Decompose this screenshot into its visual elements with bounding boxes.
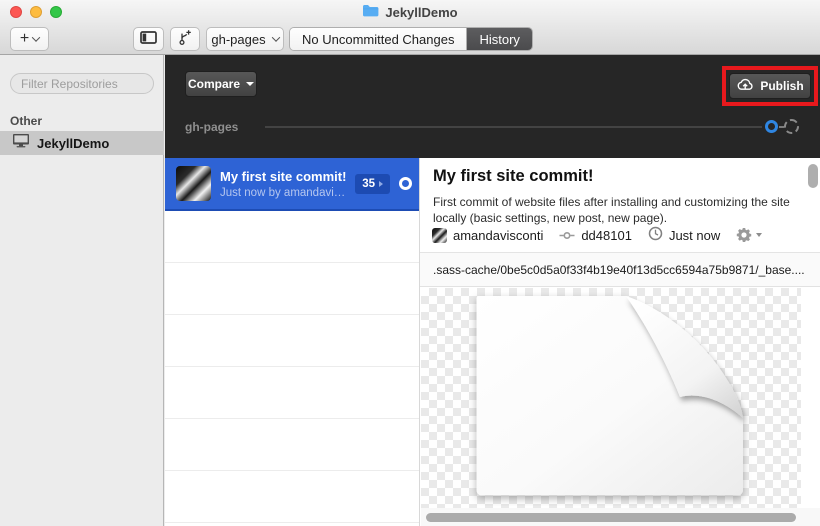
monitor-icon [12, 133, 30, 153]
commit-author: amandavisconti [453, 228, 543, 243]
chevron-down-icon [32, 33, 40, 41]
folder-icon [362, 4, 379, 20]
branch-timeline-label: gh-pages [185, 120, 238, 134]
vertical-scrollbar-thumb[interactable] [808, 164, 818, 188]
clock-icon [648, 226, 663, 244]
sidebar-item-jekylldemo[interactable]: JekyllDemo [0, 131, 164, 155]
compare-label: Compare [188, 77, 240, 91]
window-chrome: JekyllDemo + [0, 0, 820, 55]
commit-list-row [165, 419, 419, 471]
window-title: JekyllDemo [0, 4, 820, 20]
commit-row-title: My first site commit! [220, 169, 355, 184]
commit-list-item-selected[interactable]: My first site commit! Just now by amanda… [165, 158, 419, 211]
horizontal-scrollbar-track [421, 508, 801, 526]
commit-list-row [165, 315, 419, 367]
tab-uncommitted-changes-label: No Uncommitted Changes [302, 32, 454, 47]
sidebar-toggle-icon [140, 31, 157, 47]
tab-uncommitted-changes[interactable]: No Uncommitted Changes [290, 28, 467, 50]
caret-down-icon [756, 233, 762, 237]
unpublished-branch-dot-icon[interactable] [784, 119, 799, 134]
commit-time: Just now [669, 228, 720, 243]
branch-icon [177, 29, 193, 49]
filter-repositories-input[interactable] [10, 73, 154, 94]
sidebar-item-label: JekyllDemo [37, 136, 109, 151]
commit-detail-description: First commit of website files after inst… [433, 194, 807, 226]
commit-list-row [165, 263, 419, 315]
gear-button[interactable] [736, 227, 762, 243]
caret-down-icon [246, 82, 254, 86]
create-branch-button[interactable] [170, 27, 200, 51]
app-window: JekyllDemo + [0, 0, 820, 526]
publish-button[interactable]: Publish [729, 73, 811, 99]
commit-history-list: My first site commit! Just now by amanda… [165, 158, 419, 526]
commit-list-row [165, 367, 419, 419]
repository-sidebar: Other JekyllDemo [0, 55, 164, 526]
commit-row-meta: Just now by amandavis… [220, 187, 348, 199]
commit-list-row [165, 211, 419, 263]
scrollbar-corner [801, 508, 820, 526]
compare-button[interactable]: Compare [185, 71, 257, 97]
page-curl-image [463, 290, 763, 511]
commit-meta-row: amandavisconti dd48101 Just now [432, 226, 762, 244]
tab-history-label: History [479, 32, 519, 47]
changed-file-path: .sass-cache/0be5c0d5a0f33f4b19e40f13d5cc… [433, 263, 805, 277]
commit-graph-dot-icon [399, 177, 412, 190]
branch-selector-label: gh-pages [211, 32, 265, 47]
branch-head-dot-icon[interactable] [765, 120, 778, 133]
add-repository-button[interactable]: + [10, 27, 49, 51]
commit-detail-title: My first site commit! [433, 167, 593, 186]
badge-arrow-icon [379, 181, 383, 187]
cloud-upload-icon [736, 78, 754, 94]
commit-count-value: 35 [362, 178, 375, 190]
tab-history[interactable]: History [467, 28, 531, 50]
branch-selector-dropdown[interactable]: gh-pages [206, 27, 284, 51]
changed-file-row[interactable]: .sass-cache/0be5c0d5a0f33f4b19e40f13d5cc… [420, 252, 820, 287]
commit-sha: dd48101 [581, 228, 632, 243]
branch-header: Compare Publish gh-pages [165, 55, 820, 158]
file-preview-area [421, 288, 801, 508]
sidebar-section-label: Other [10, 114, 42, 128]
publish-label: Publish [760, 79, 803, 93]
commit-list-row [165, 471, 419, 523]
branch-timeline-line [265, 126, 762, 128]
view-segmented-control: No Uncommitted Changes History [289, 27, 533, 51]
window-title-text: JekyllDemo [385, 5, 457, 20]
avatar [432, 228, 447, 243]
horizontal-scrollbar-thumb[interactable] [426, 513, 796, 522]
chevron-down-icon [271, 33, 279, 41]
commit-count-badge[interactable]: 35 [355, 174, 390, 194]
toggle-sidebar-button[interactable] [133, 27, 164, 51]
plus-icon: + [20, 30, 29, 48]
commit-hash-icon [559, 228, 575, 243]
commit-row-text: My first site commit! Just now by amanda… [220, 169, 355, 199]
commit-details-panel: My first site commit! First commit of we… [419, 158, 820, 526]
avatar [176, 166, 211, 201]
gear-icon [736, 227, 752, 243]
